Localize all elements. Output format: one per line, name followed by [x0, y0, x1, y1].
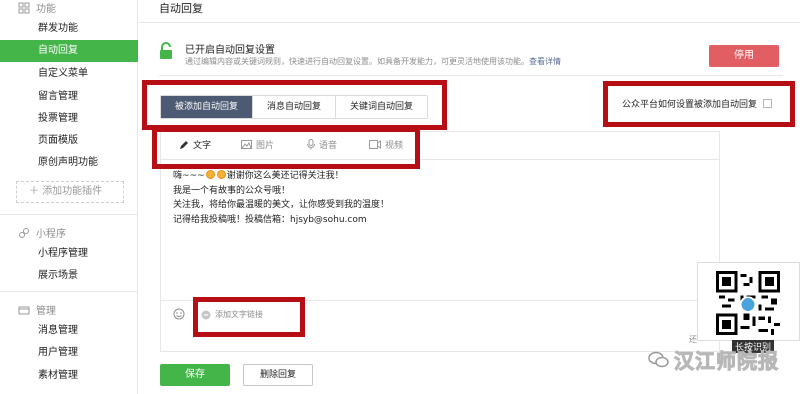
add-plugin-label: 添加功能插件 — [42, 186, 103, 197]
sidebar-divider — [0, 291, 138, 292]
sidebar-item-mass-send[interactable]: 群发功能 — [0, 18, 138, 40]
content-line: 记得给我投稿哦！投稿信箱：hjsyb@sohu.com — [173, 214, 367, 225]
annotation-box-tabs — [142, 80, 447, 130]
sidebar-item-materials[interactable]: 素材管理 — [0, 365, 138, 387]
sidebar: 功能 群发功能 自动回复 自定义菜单 留言管理 投票管理 页面模版 原创声明功能… — [0, 0, 138, 394]
emoji-picker-icon[interactable] — [173, 308, 185, 320]
notice-title: 已开启自动回复设置 — [185, 45, 275, 56]
page: 功能 群发功能 自动回复 自定义菜单 留言管理 投票管理 页面模版 原创声明功能… — [0, 0, 800, 394]
qr-code-image — [716, 271, 780, 335]
title-divider — [139, 22, 800, 23]
notice-desc-text: 通过编辑内容或关键词规则，快速进行自动回复设置。如具备开发能力，可更灵活地使用该… — [185, 57, 529, 66]
sidebar-item-messages[interactable]: 消息管理 — [0, 320, 138, 342]
content-line: 关注我，将给你最温暖的美文，让你感受到我的温度！ — [173, 200, 390, 210]
content-text: 嗨~~~ — [173, 171, 205, 181]
lock-icon — [160, 42, 172, 59]
notice-description: 通过编辑内容或关键词规则，快速进行自动回复设置。如具备开发能力，可更灵活地使用该… — [185, 56, 561, 67]
annotation-box-help — [603, 81, 795, 127]
stop-button[interactable]: 停用 — [709, 45, 779, 67]
content-text: 谢谢你这么美还记得关注我！ — [226, 171, 344, 181]
grid-icon — [18, 2, 30, 13]
link-icon — [19, 227, 29, 238]
sidebar-item-display-scenes[interactable]: 展示场景 — [0, 265, 138, 287]
section-management: 管理 — [18, 302, 56, 317]
annotation-box-media-tabs — [152, 127, 420, 169]
sidebar-item-auto-reply[interactable]: 自动回复 — [0, 40, 138, 62]
save-button[interactable]: 保存 — [160, 364, 230, 386]
view-details-link[interactable]: 查看详情 — [529, 57, 561, 66]
sidebar-item-page-templates[interactable]: 页面模版 — [0, 130, 138, 152]
section-function: 功能 — [18, 0, 56, 15]
sidebar-item-original-declaration[interactable]: 原创声明功能 — [0, 152, 138, 174]
char-counter: 还 — [689, 335, 697, 344]
add-plugin-button[interactable]: ＋ 添加功能插件 — [16, 181, 124, 203]
page-title: 自动回复 — [159, 2, 203, 15]
content-line: 我是一个有故事的公众号哦！ — [173, 185, 291, 196]
sidebar-item-custom-menu[interactable]: 自定义菜单 — [0, 63, 138, 85]
emoji-icon — [216, 170, 226, 179]
sidebar-item-comments[interactable]: 留言管理 — [0, 86, 138, 108]
reply-text-content[interactable]: 嗨~~~ 谢谢你这么美还记得关注我！ 我是一个有故事的公众号哦！ 关注我，将给你最… — [173, 169, 389, 227]
section-title: 功能 — [36, 4, 56, 15]
watermark-text: 汉江师院报 — [674, 349, 779, 374]
sidebar-divider — [0, 214, 138, 215]
sidebar-item-users[interactable]: 用户管理 — [0, 342, 138, 364]
wechat-logo-icon — [648, 351, 669, 367]
sidebar-item-votes[interactable]: 投票管理 — [0, 108, 138, 130]
qr-code-panel — [697, 262, 800, 341]
watermark: 汉江师院报 — [648, 345, 779, 374]
delete-reply-button[interactable]: 删除回复 — [243, 364, 313, 386]
section-mini-program: 小程序 — [18, 225, 66, 240]
status-notice: 已开启自动回复设置 通过编辑内容或关键词规则，快速进行自动回复设置。如具备开发能… — [159, 36, 783, 76]
emoji-icon — [205, 170, 215, 179]
folder-icon — [18, 306, 30, 314]
content-line: 嗨~~~ 谢谢你这么美还记得关注我！ — [173, 169, 389, 184]
sidebar-item-mini-program-manage[interactable]: 小程序管理 — [0, 243, 138, 265]
section-title: 管理 — [36, 306, 56, 317]
section-title: 小程序 — [36, 229, 66, 240]
annotation-box-add-link — [193, 297, 305, 337]
